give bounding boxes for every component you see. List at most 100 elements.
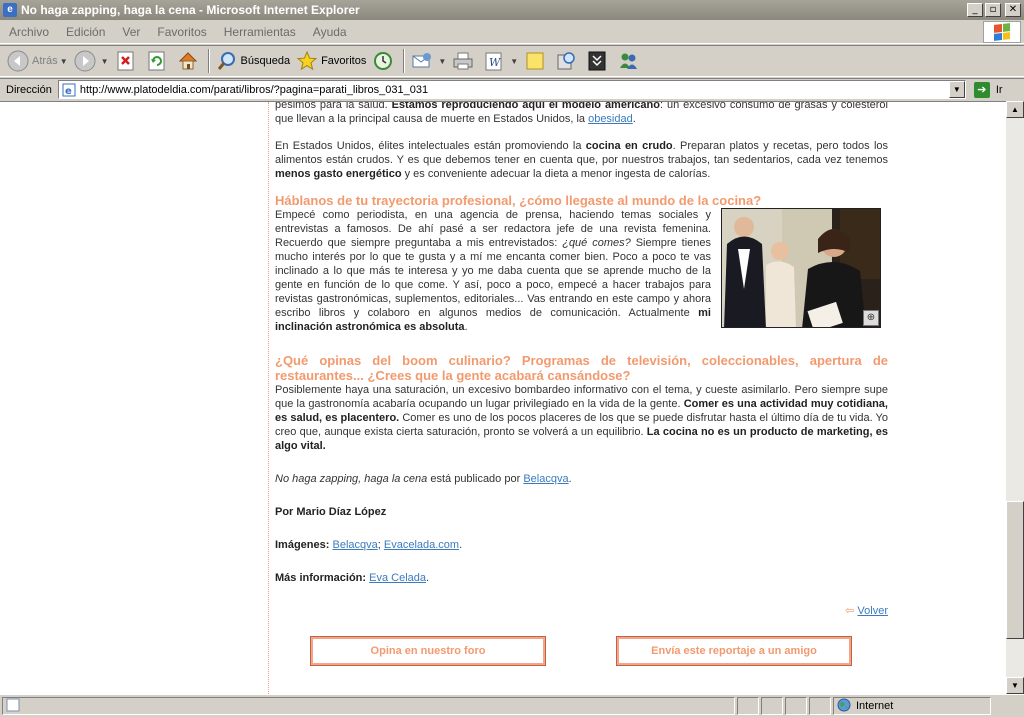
stop-icon (115, 50, 137, 72)
obesidad-link[interactable]: obesidad (588, 113, 633, 125)
forward-button[interactable]: ▼ (71, 47, 112, 75)
volver-row: ⇦ Volver (275, 597, 888, 637)
article: pésimos para la salud. Estamos reproduci… (275, 101, 889, 666)
svg-text:W: W (489, 56, 502, 69)
mail-button[interactable]: ▼ (408, 47, 449, 75)
go-arrow-icon: ➔ (973, 81, 990, 98)
search-label: Búsqueda (240, 55, 291, 67)
action-buttons: Opina en nuestro foro Envía este reporta… (310, 636, 853, 666)
toolbar: Atrás ▼ ▼ Búsqueda Favoritos ▼ W ▼ (0, 45, 1024, 77)
menu-edicion[interactable]: Edición (57, 25, 113, 39)
ie-logo-icon: e (3, 3, 17, 17)
eva-celada-link[interactable]: Eva Celada (369, 572, 426, 584)
status-bar: Internet (0, 694, 1024, 717)
history-button[interactable] (369, 47, 400, 75)
toolbar-separator (403, 49, 406, 73)
author-photo[interactable]: ⊕ (721, 208, 881, 328)
question-heading-boom: ¿Qué opinas del boom culinario? Programa… (275, 353, 888, 383)
address-label: Dirección (6, 83, 52, 96)
favorites-button[interactable]: Favoritos (293, 47, 369, 75)
address-input[interactable]: e http://www.platodeldia.com/parati/libr… (57, 80, 966, 99)
favorites-label: Favoritos (321, 55, 367, 67)
window-title: No haga zapping, haga la cena - Microsof… (21, 3, 360, 17)
status-pane-4 (809, 697, 831, 715)
home-button[interactable] (174, 47, 205, 75)
zoom-icon[interactable]: ⊕ (863, 310, 879, 326)
media-button[interactable] (583, 47, 614, 75)
print-icon (452, 50, 474, 72)
edit-dropdown-icon[interactable]: ▼ (510, 57, 518, 66)
menu-ayuda[interactable]: Ayuda (304, 25, 355, 39)
images-credits: Imágenes: Belacqva; Evacelada.com. (275, 539, 463, 551)
mail-icon (411, 50, 433, 72)
minimize-button[interactable]: _ (967, 3, 983, 17)
address-bar: Dirección e http://www.platodeldia.com/p… (0, 78, 1024, 100)
menu-ver[interactable]: Ver (113, 25, 148, 39)
vertical-scrollbar[interactable]: ▲ ▼ (1006, 101, 1024, 694)
back-button[interactable]: Atrás ▼ (4, 47, 71, 75)
stop-button[interactable] (112, 47, 143, 75)
home-icon (177, 50, 199, 72)
address-url: http://www.platodeldia.com/parati/libros… (79, 83, 429, 96)
discuss-icon (524, 50, 546, 72)
scroll-thumb[interactable] (1006, 501, 1024, 639)
svg-text:e: e (65, 86, 72, 97)
images-evacelada-link[interactable]: Evacelada.com (384, 539, 459, 551)
page-status-icon (6, 698, 20, 715)
back-arrow-icon: ⇦ (845, 605, 855, 617)
paragraph-obesity: pésimos para la salud. Estamos reproduci… (275, 101, 888, 125)
images-belacqva-link[interactable]: Belacqva (332, 539, 377, 551)
forward-dropdown-icon[interactable]: ▼ (101, 57, 109, 66)
close-button[interactable]: ✕ (1005, 3, 1021, 17)
messenger-icon (617, 50, 639, 72)
research-button[interactable] (552, 47, 583, 75)
belacqva-link[interactable]: Belacqva (523, 473, 568, 485)
scroll-up-button[interactable]: ▲ (1006, 101, 1024, 118)
toolbar-separator (207, 49, 210, 73)
menu-archivo[interactable]: Archivo (0, 25, 57, 39)
history-icon (372, 50, 394, 72)
status-pane-3 (785, 697, 807, 715)
back-label: Atrás (32, 55, 58, 67)
column-divider (268, 102, 269, 694)
title-bar: e No haga zapping, haga la cena - Micros… (0, 0, 1024, 20)
volver-label: Volver (857, 605, 888, 617)
published-by: No haga zapping, haga la cena está publi… (275, 473, 572, 485)
go-label: Ir (995, 83, 1003, 96)
menu-favoritos[interactable]: Favoritos (148, 25, 214, 39)
page-icon: e (62, 83, 76, 97)
forum-button[interactable]: Opina en nuestro foro (310, 636, 546, 666)
discuss-button[interactable] (521, 47, 552, 75)
back-dropdown-icon[interactable]: ▼ (60, 57, 68, 66)
edit-icon: W (483, 50, 505, 72)
windows-logo-icon (983, 21, 1021, 43)
search-button[interactable]: Búsqueda (213, 47, 294, 75)
page-viewport: pésimos para la salud. Estamos reproduci… (0, 101, 1006, 694)
security-zone-pane: Internet (833, 697, 991, 715)
mail-dropdown-icon[interactable]: ▼ (438, 57, 446, 66)
back-icon (7, 50, 29, 72)
search-icon (216, 50, 238, 72)
edit-button[interactable]: W ▼ (480, 47, 521, 75)
zone-label: Internet (856, 700, 894, 712)
question-heading-career: Háblanos de tu trayectoria profesional, … (275, 193, 762, 208)
refresh-button[interactable] (143, 47, 174, 75)
volver-link[interactable]: ⇦ Volver (845, 604, 888, 618)
status-message-pane (2, 697, 735, 715)
send-friend-button[interactable]: Envía este reportaje a un amigo (616, 636, 852, 666)
paragraph-raw-food: En Estados Unidos, élites intelectuales … (275, 140, 889, 180)
globe-icon (837, 698, 851, 715)
research-icon (555, 50, 577, 72)
menu-herramientas[interactable]: Herramientas (215, 25, 304, 39)
messenger-button[interactable] (614, 47, 645, 75)
go-button[interactable]: ➔ Ir (973, 81, 1003, 98)
maximize-button[interactable]: ▫ (985, 3, 1001, 17)
favorites-star-icon (296, 50, 318, 72)
more-info: Más información: Eva Celada. (275, 572, 430, 584)
byline: Por Mario Díaz López (275, 506, 387, 518)
scroll-down-button[interactable]: ▼ (1006, 677, 1024, 694)
refresh-icon (146, 50, 168, 72)
address-dropdown-icon[interactable]: ▼ (948, 81, 965, 98)
print-button[interactable] (449, 47, 480, 75)
status-pane-2 (761, 697, 783, 715)
